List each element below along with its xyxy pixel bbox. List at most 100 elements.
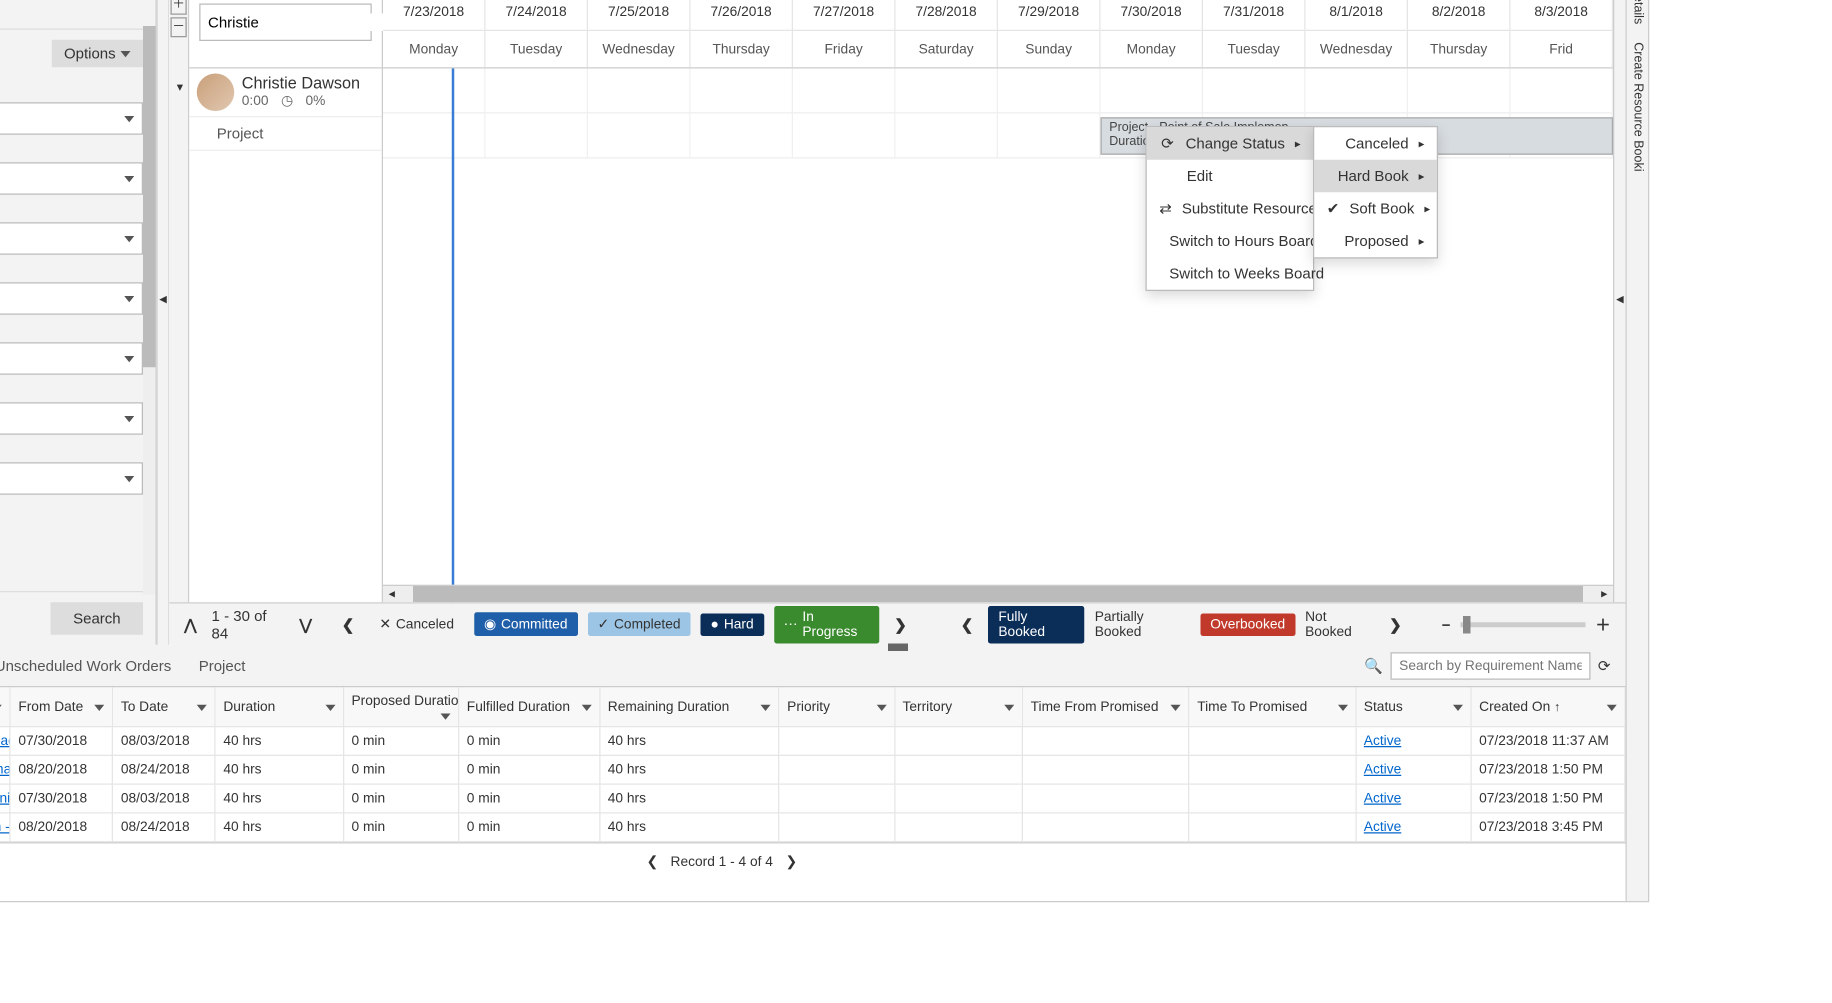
caret-down-icon[interactable]: ▾ xyxy=(177,81,183,95)
status-partial[interactable]: Partially Booked xyxy=(1095,609,1190,639)
grid-cell[interactable] xyxy=(998,69,1101,113)
caret-down-icon[interactable] xyxy=(761,704,771,710)
status-over[interactable]: Overbooked xyxy=(1200,613,1295,636)
caret-down-icon[interactable] xyxy=(1171,704,1181,710)
caret-down-icon[interactable] xyxy=(325,704,335,710)
column-header[interactable]: Status xyxy=(1356,687,1471,726)
menu-item[interactable]: Proposed▸ xyxy=(1314,225,1437,258)
column-header[interactable]: From Date xyxy=(10,687,113,726)
column-header[interactable]: Time From Promised xyxy=(1023,687,1190,726)
resource-row[interactable]: ▾ Christie Dawson 0:00 ◷ 0% xyxy=(189,69,382,118)
caret-down-icon[interactable] xyxy=(1338,704,1348,710)
menu-item[interactable]: Edit xyxy=(1147,160,1313,193)
grid-cell[interactable] xyxy=(1408,69,1511,113)
requirement-link[interactable]: Point of Sale Implementation - O... xyxy=(0,820,10,835)
status-link[interactable]: Active xyxy=(1364,762,1401,777)
right-splitter[interactable]: ◂ xyxy=(1613,0,1626,602)
resource-search[interactable]: 🔍 xyxy=(199,4,372,42)
details-panel-tab[interactable]: Details xyxy=(1631,0,1645,29)
grid-cell[interactable] xyxy=(793,69,896,113)
status-hard[interactable]: ● Hard xyxy=(701,613,764,636)
caret-down-icon[interactable] xyxy=(1607,704,1617,710)
caret-down-icon[interactable] xyxy=(1453,704,1463,710)
filter-select[interactable] xyxy=(0,462,143,495)
context-menu[interactable]: ⟳Change Status▸Edit⇄Substitute Resource▸… xyxy=(1146,126,1315,291)
panel-resize-handle[interactable] xyxy=(887,644,907,652)
menu-item[interactable]: Hard Book▸ xyxy=(1314,160,1437,193)
menu-item[interactable]: ⟳Change Status▸ xyxy=(1147,127,1313,160)
menu-item[interactable]: Canceled▸ xyxy=(1314,127,1437,160)
caret-down-icon[interactable] xyxy=(441,714,451,720)
expand-all-button[interactable]: ＋ xyxy=(171,0,187,15)
filter-select[interactable] xyxy=(0,342,143,375)
collapse-all-button[interactable]: － xyxy=(171,17,187,37)
grid-next-button[interactable]: ❯ xyxy=(785,854,797,870)
search-button[interactable]: Search xyxy=(51,602,144,635)
status-not[interactable]: Not Booked xyxy=(1305,609,1374,639)
grid-cell[interactable] xyxy=(486,114,589,158)
grid-prev-button[interactable]: ❮ xyxy=(647,854,659,870)
filter-select[interactable] xyxy=(0,162,143,195)
column-header[interactable]: Proposed Duratio xyxy=(343,687,458,726)
column-header[interactable]: Created On ↑ xyxy=(1471,687,1625,726)
menu-item[interactable]: Switch to Hours Board xyxy=(1147,225,1313,258)
status-prev[interactable]: ❮ xyxy=(337,615,360,633)
column-header[interactable]: Time To Promised xyxy=(1189,687,1356,726)
search-icon[interactable]: 🔍 xyxy=(1364,657,1383,675)
grid-cell[interactable] xyxy=(793,114,896,158)
column-header[interactable]: Name xyxy=(0,687,10,726)
status-inprogress[interactable]: ⋯ In Progress xyxy=(774,605,880,643)
column-header[interactable]: Territory xyxy=(894,687,1022,726)
next-page-button[interactable]: ⋁ xyxy=(294,615,316,633)
grid-cell[interactable] xyxy=(1511,69,1614,113)
status-completed[interactable]: ✓ Completed xyxy=(587,612,690,636)
menu-item[interactable]: ✔Soft Book▸ xyxy=(1314,192,1437,225)
refresh-icon[interactable]: ⟳ xyxy=(1598,657,1611,675)
table-row[interactable]: ProjectThree - Operations Analyst08/20/2… xyxy=(0,755,1625,784)
options-button[interactable]: Options xyxy=(51,40,143,68)
sidebar-scrollbar[interactable] xyxy=(143,26,156,595)
grid-cell[interactable] xyxy=(998,114,1101,158)
filter-select[interactable] xyxy=(0,222,143,255)
column-header[interactable]: Priority xyxy=(779,687,894,726)
first-page-button[interactable]: ⋀ xyxy=(179,615,201,633)
status-link[interactable]: Active xyxy=(1364,734,1401,749)
status-next[interactable]: ❯ xyxy=(889,615,912,633)
column-header[interactable]: To Date xyxy=(113,687,216,726)
create-booking-tab[interactable]: Create Resource Booki xyxy=(1631,37,1645,176)
requirement-search-input[interactable] xyxy=(1390,652,1590,680)
grid-cell[interactable] xyxy=(1203,69,1306,113)
status-canceled[interactable]: ✕ Canceled xyxy=(369,612,464,636)
requirement-link[interactable]: ProjectThree - Consulting Lead xyxy=(0,734,10,749)
tab-unscheduled[interactable]: Unscheduled Work Orders xyxy=(0,647,171,685)
tab-project[interactable]: Project xyxy=(199,647,246,685)
caret-down-icon[interactable] xyxy=(0,704,2,710)
menu-item[interactable]: ⇄Substitute Resource▸ xyxy=(1147,192,1313,225)
requirement-link[interactable]: ProjectThree - Network Technician xyxy=(0,791,10,806)
zoom-slider[interactable] xyxy=(1461,622,1586,627)
grid-cell[interactable] xyxy=(691,114,794,158)
column-header[interactable]: Duration xyxy=(215,687,343,726)
table-row[interactable]: Point of Sale Implementation - O...08/20… xyxy=(0,813,1625,842)
requirement-link[interactable]: ProjectThree - Operations Analyst xyxy=(0,762,10,777)
status-committed[interactable]: ◉ Committed xyxy=(474,612,577,636)
status-link[interactable]: Active xyxy=(1364,820,1401,835)
grid-cell[interactable] xyxy=(383,114,486,158)
context-submenu[interactable]: Canceled▸Hard Book▸✔Soft Book▸Proposed▸ xyxy=(1313,126,1438,259)
zoom-in-button[interactable]: ＋ xyxy=(1591,614,1616,635)
grid-cell[interactable] xyxy=(896,114,999,158)
caret-down-icon[interactable] xyxy=(876,704,886,710)
grid-cell[interactable] xyxy=(1101,69,1204,113)
menu-item[interactable]: Switch to Weeks Board xyxy=(1147,257,1313,290)
caret-down-icon[interactable] xyxy=(95,704,105,710)
grid-cell[interactable] xyxy=(691,69,794,113)
caret-down-icon[interactable] xyxy=(582,704,592,710)
booking-prev[interactable]: ❮ xyxy=(956,615,979,633)
column-header[interactable]: Remaining Duration xyxy=(600,687,779,726)
status-fully[interactable]: Fully Booked xyxy=(988,605,1084,643)
grid-cell[interactable] xyxy=(383,69,486,113)
column-header[interactable]: Fulfilled Duration xyxy=(459,687,600,726)
filter-select[interactable] xyxy=(0,282,143,315)
scroll-right-icon[interactable]: ▸ xyxy=(1596,586,1614,602)
resource-project-row[interactable]: Project xyxy=(189,117,382,151)
